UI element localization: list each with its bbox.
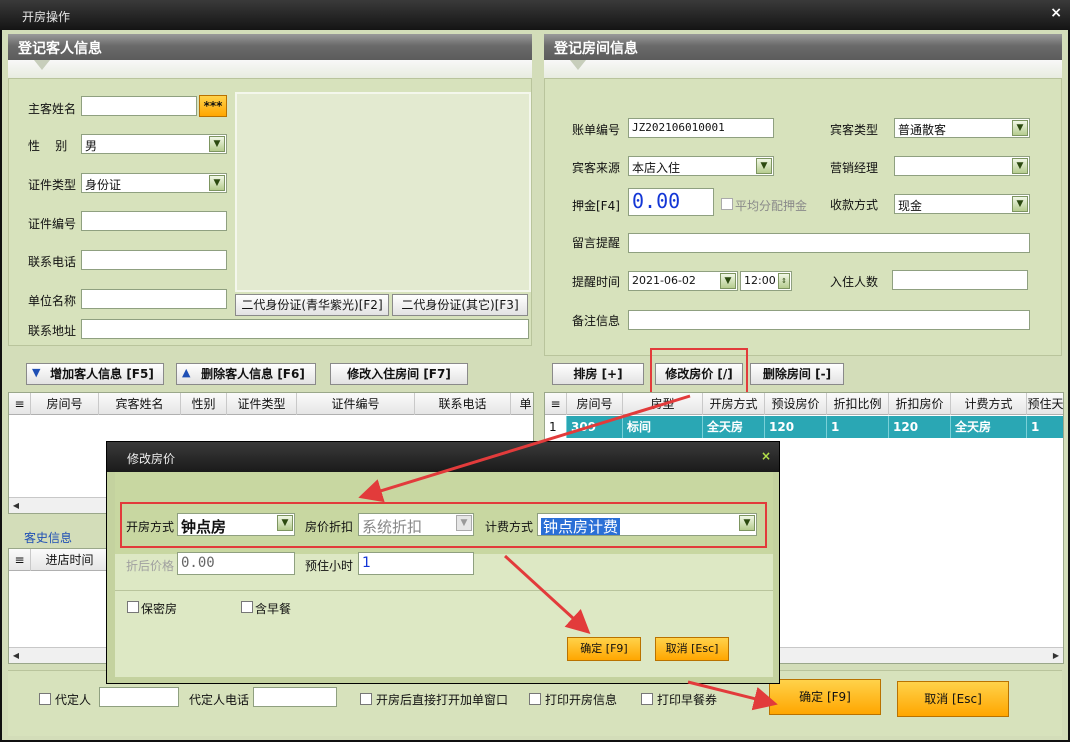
- main-window: 开房操作 × 登记客人信息 主客姓名 *** 性 别 男 ▼ 证件类型 身份证 ▼ …: [0, 0, 1070, 742]
- arrow-to-dialog: [358, 394, 691, 503]
- annotation-arrows: [358, 394, 778, 711]
- arrow-to-dialog-confirm: [503, 554, 591, 635]
- arrow-to-confirm: [687, 680, 778, 711]
